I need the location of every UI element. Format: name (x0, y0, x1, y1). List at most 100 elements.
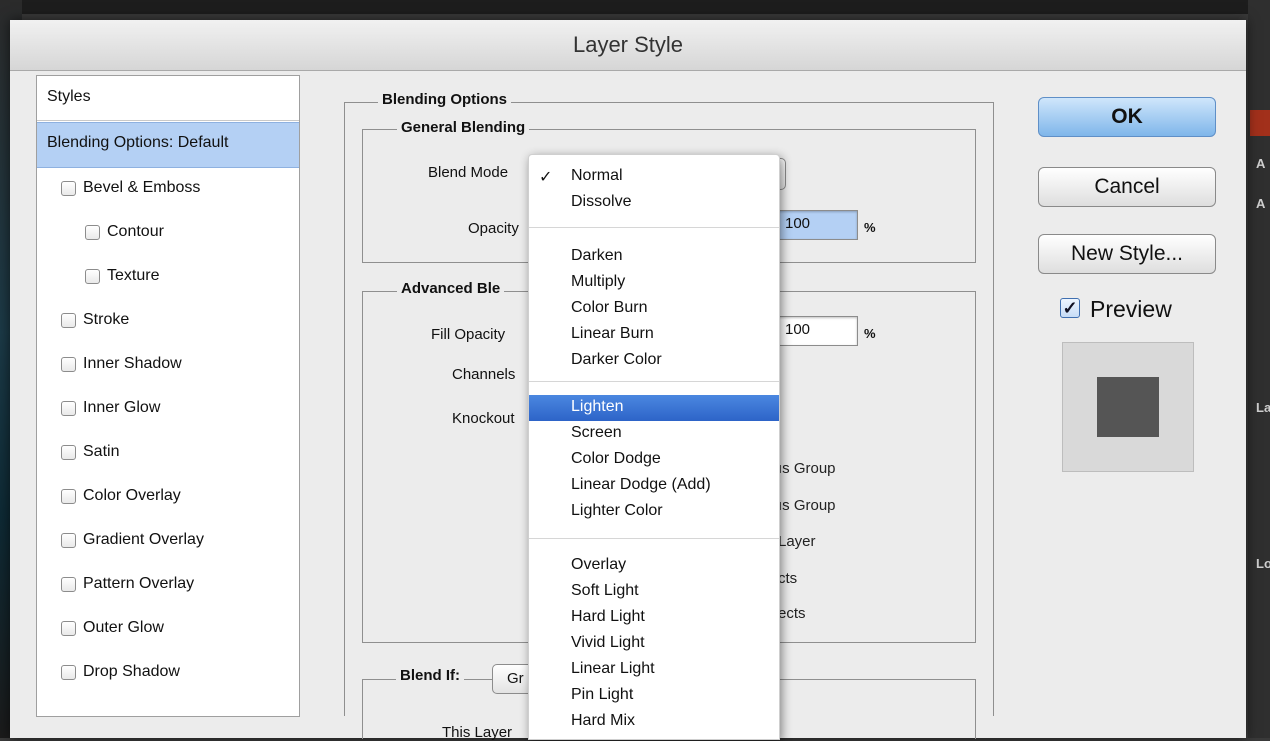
menu-separator (529, 227, 779, 228)
blend-mode-option-label: Linear Burn (571, 325, 654, 342)
cancel-button[interactable]: Cancel (1038, 167, 1216, 207)
style-item-stroke[interactable]: Stroke (37, 300, 299, 344)
style-item-label: Stroke (83, 311, 130, 328)
blend-if-label: Blend If: (396, 667, 464, 684)
blend-mode-option-linear-burn[interactable]: Linear Burn (529, 322, 779, 348)
blend-clipped-layers-partial[interactable]: ıs Group (778, 497, 836, 514)
blend-mode-option-darker-color[interactable]: Darker Color (529, 348, 779, 374)
new-style-button[interactable]: New Style... (1038, 234, 1216, 274)
style-checkbox[interactable] (61, 313, 76, 328)
style-checkbox[interactable] (85, 269, 100, 284)
style-item-label: Bevel & Emboss (83, 179, 201, 196)
dialog-title: Layer Style (572, 32, 684, 57)
menu-separator (529, 381, 779, 382)
dialog-titlebar[interactable]: Layer Style (10, 20, 1246, 71)
opacity-label: Opacity (468, 220, 519, 237)
blend-mode-option-color-burn[interactable]: Color Burn (529, 296, 779, 322)
opacity-percent: % (864, 220, 876, 235)
layer-mask-hides-partial[interactable]: cts (778, 570, 797, 587)
style-item-contour[interactable]: Contour (37, 212, 299, 256)
blend-mode-option-label: Screen (571, 424, 622, 441)
blend-mode-option-label: Lighten (571, 398, 624, 415)
vector-mask-hides-partial[interactable]: ects (778, 605, 806, 622)
blending-options-title: Blending Options (378, 91, 511, 108)
style-item-label: Texture (107, 267, 160, 284)
style-checkbox[interactable] (61, 181, 76, 196)
style-item-label: Inner Shadow (83, 355, 182, 372)
blend-mode-option-label: Dissolve (571, 193, 632, 210)
this-layer-label: This Layer (442, 724, 513, 741)
blend-mode-option-pin-light[interactable]: Pin Light (529, 683, 779, 709)
opacity-value: 100 (785, 215, 811, 232)
blend-mode-option-label: Hard Mix (571, 712, 636, 729)
blend-mode-option-hard-mix[interactable]: Hard Mix (529, 709, 779, 735)
blend-mode-option-dissolve[interactable]: Dissolve (529, 190, 779, 216)
style-checkbox[interactable] (85, 225, 100, 240)
transparency-shapes-partial[interactable]: Layer (778, 533, 816, 550)
blend-mode-option-hard-light[interactable]: Hard Light (529, 605, 779, 631)
blend-mode-option-label: Vivid Light (571, 634, 645, 651)
checkmark-icon: ✓ (539, 169, 553, 186)
blend-mode-option-label: Linear Dodge (Add) (571, 476, 711, 493)
style-item-outer-glow[interactable]: Outer Glow (37, 608, 299, 652)
blend-if-value: Gr (507, 670, 524, 687)
style-checkbox[interactable] (61, 445, 76, 460)
style-item-drop-shadow[interactable]: Drop Shadow (37, 652, 299, 696)
blend-mode-option-color-dodge[interactable]: Color Dodge (529, 447, 779, 473)
fill-opacity-label: Fill Opacity (431, 326, 506, 343)
style-item-texture[interactable]: Texture (37, 256, 299, 300)
blend-mode-option-multiply[interactable]: Multiply (529, 270, 779, 296)
blend-mode-option-label: Linear Light (571, 660, 655, 677)
blend-mode-option-label: Overlay (571, 556, 627, 573)
blend-mode-option-label: Soft Light (571, 582, 639, 599)
blend-mode-option-linear-dodge-add[interactable]: Linear Dodge (Add) (529, 473, 779, 499)
blend-mode-option-label: Hard Light (571, 608, 645, 625)
style-checkbox[interactable] (61, 533, 76, 548)
blend-mode-option-lighten[interactable]: Lighten (529, 395, 779, 421)
blend-mode-option-screen[interactable]: Screen (529, 421, 779, 447)
blend-mode-option-normal[interactable]: ✓ Normal (529, 164, 779, 190)
background-label: Lo (1256, 556, 1270, 571)
style-item-blending-options-default[interactable]: Blending Options: Default (37, 122, 299, 168)
style-item-satin[interactable]: Satin (37, 432, 299, 476)
style-checkbox[interactable] (61, 401, 76, 416)
blend-mode-option-overlay[interactable]: Overlay (529, 553, 779, 579)
blend-mode-option-soft-light[interactable]: Soft Light (529, 579, 779, 605)
blend-mode-option-label: Darken (571, 247, 623, 264)
style-item-color-overlay[interactable]: Color Overlay (37, 476, 299, 520)
style-checkbox[interactable] (61, 357, 76, 372)
blend-mode-option-vivid-light[interactable]: Vivid Light (529, 631, 779, 657)
style-item-inner-shadow[interactable]: Inner Shadow (37, 344, 299, 388)
style-item-label: Satin (83, 443, 120, 460)
style-item-gradient-overlay[interactable]: Gradient Overlay (37, 520, 299, 564)
ok-button[interactable]: OK (1038, 97, 1216, 137)
style-item-label: Color Overlay (83, 487, 181, 504)
blend-mode-option-label: Color Dodge (571, 450, 661, 467)
style-checkbox[interactable] (61, 665, 76, 680)
style-item-bevel-emboss[interactable]: Bevel & Emboss (37, 168, 299, 212)
preview-checkbox[interactable]: ✓ (1060, 298, 1080, 318)
background-label: A (1256, 156, 1266, 171)
opacity-input[interactable]: 100 (778, 210, 858, 240)
preview-thumbnail (1062, 342, 1194, 472)
blend-mode-option-lighter-color[interactable]: Lighter Color (529, 499, 779, 525)
style-item-inner-glow[interactable]: Inner Glow (37, 388, 299, 432)
blend-interior-effects-partial[interactable]: ıs Group (778, 460, 836, 477)
style-item-label: Contour (107, 223, 164, 240)
fill-opacity-input[interactable]: 100 (778, 316, 858, 346)
blend-mode-option-linear-light[interactable]: Linear Light (529, 657, 779, 683)
background-top-strip (0, 0, 1270, 14)
style-item-label: Drop Shadow (83, 663, 180, 680)
style-checkbox[interactable] (61, 621, 76, 636)
blend-mode-option-label: Pin Light (571, 686, 634, 703)
style-checkbox[interactable] (61, 577, 76, 592)
knockout-label: Knockout (452, 410, 515, 427)
style-checkbox[interactable] (61, 489, 76, 504)
blend-mode-option-darken[interactable]: Darken (529, 244, 779, 270)
channels-label: Channels (452, 366, 516, 383)
style-item-pattern-overlay[interactable]: Pattern Overlay (37, 564, 299, 608)
style-item-label: Pattern Overlay (83, 575, 195, 592)
menu-separator (529, 538, 779, 539)
style-item-label: Gradient Overlay (83, 531, 204, 548)
blend-mode-option-label: Lighter Color (571, 502, 663, 519)
